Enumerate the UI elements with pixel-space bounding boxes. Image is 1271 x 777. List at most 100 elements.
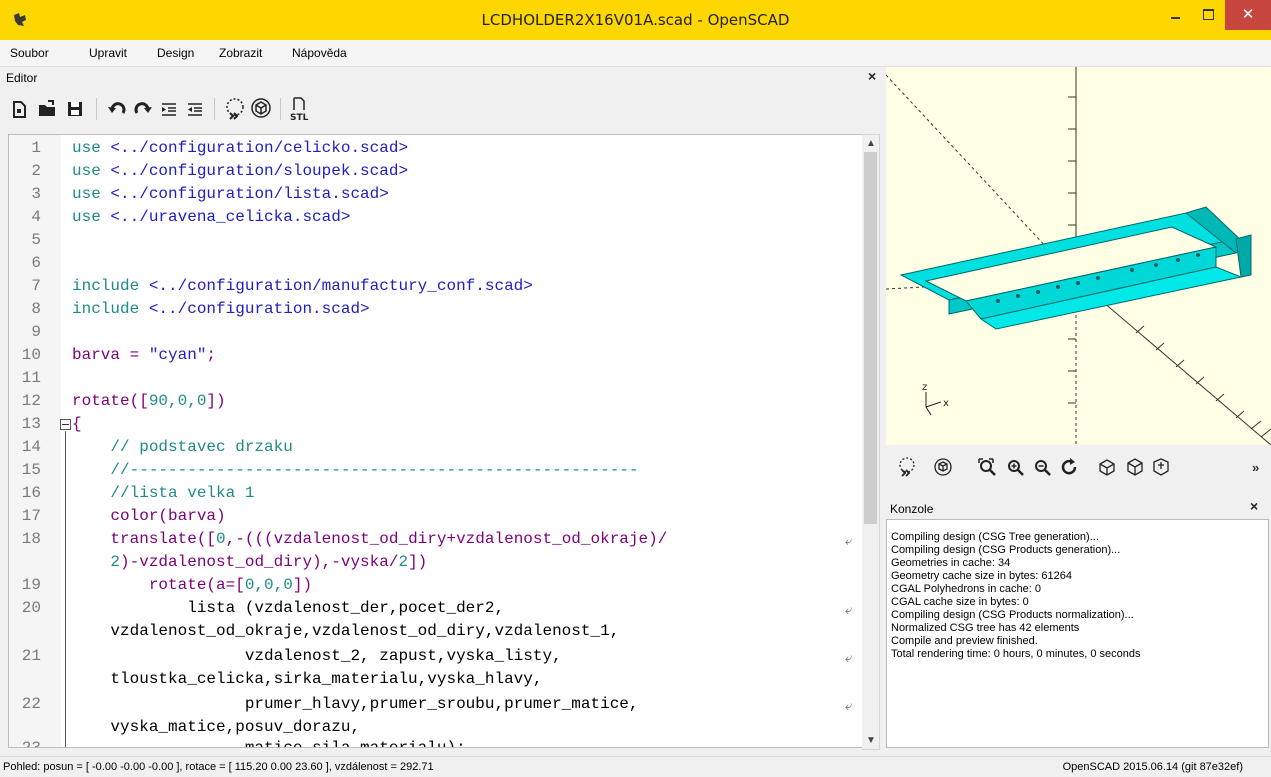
show-axes-icon[interactable] [1150,456,1172,478]
line-number: 21 [21,647,41,665]
axis-label-z: z [922,382,927,393]
code-line-wrapped: vyska_matice,posuv_dorazu, [72,718,361,736]
code-line: color(barva) [72,507,226,525]
preview-icon[interactable] [222,96,248,122]
scroll-up-icon[interactable]: ▲ [866,138,876,149]
menu-zobrazit[interactable]: Zobrazit [219,46,262,60]
scroll-down-icon[interactable]: ▼ [866,735,876,746]
save-icon[interactable] [62,96,88,122]
unindent-icon[interactable] [182,96,208,122]
code-line: use <../configuration/sloupek.scad> [72,162,409,180]
code-line: prumer_hlavy,prumer_sroubu,prumer_matice… [72,695,639,713]
render-icon[interactable] [248,96,274,122]
view-all-icon[interactable] [976,456,998,478]
3d-viewport[interactable]: z x [886,67,1271,445]
orthogonal-icon[interactable] [1124,456,1146,478]
menu-napoveda[interactable]: Nápověda [292,46,347,60]
line-number: 20 [21,599,41,617]
title-bar: LCDHOLDER2X16V01A.scad - OpenSCAD ✕ [0,0,1271,40]
indent-icon[interactable] [156,96,182,122]
toolbar-overflow-button[interactable]: » [1252,460,1259,475]
render-icon[interactable] [932,456,954,478]
fold-marker-icon[interactable] [60,419,71,430]
console-line: Compiling design (CSG Products normaliza… [891,609,1134,621]
console-close-button[interactable]: × [1250,498,1258,514]
close-icon: ✕ [1241,5,1255,23]
console-line: Normalized CSG tree has 42 elements [891,622,1080,634]
line-number: 14 [21,438,41,456]
console-output[interactable]: Compiling design (CSG Tree generation)..… [886,519,1269,748]
line-number: 13 [21,415,41,433]
word-wrap-icon: ⤶ [845,650,853,665]
code-line-wrapped: vzdalenost_od_okraje,vzdalenost_od_diry,… [72,622,620,640]
word-wrap-icon: ⤶ [845,602,853,617]
code-line: barva = "cyan"; [72,346,217,364]
menu-upravit[interactable]: Upravit [89,46,127,60]
console-panel-header: Konzole × [886,498,1271,518]
toolbar-divider [280,98,281,120]
editor-close-button[interactable]: × [868,68,876,84]
zoom-out-icon[interactable] [1031,456,1053,478]
console-line: Geometry cache size in bytes: 61264 [891,570,1072,582]
code-line: use <../uravena_celicka.scad> [72,208,351,226]
code-line: // podstavec drzaku [72,438,293,456]
editor-title: Editor [6,71,38,85]
console-line: CGAL Polyhedrons in cache: 0 [891,583,1042,595]
editor-vertical-scrollbar[interactable]: ▲ ▼ [862,134,880,750]
reset-view-icon[interactable] [1058,456,1080,478]
view-status-text: Pohled: posun = [ -0.00 -0.00 -0.00 ], r… [3,761,434,773]
code-line: rotate([90,0,0]) [72,392,226,410]
axes-gizmo: z x [922,382,949,416]
close-window-button[interactable]: ✕ [1225,0,1271,30]
line-number: 1 [31,139,41,157]
editor-panel-header: Editor × [4,68,882,88]
line-number: 19 [21,576,41,594]
console-line: Total rendering time: 0 hours, 0 minutes… [891,648,1141,660]
line-number: 11 [21,369,41,387]
word-wrap-icon: ⤶ [845,533,853,548]
zoom-in-icon[interactable] [1004,456,1026,478]
code-line: lista (vzdalenost_der,pocet_der2, [72,599,505,617]
window-title: LCDHOLDER2X16V01A.scad - OpenSCAD [481,11,790,29]
code-line: //lista velka 1 [72,484,255,502]
toolbar-divider [214,98,215,120]
line-number: 2 [31,162,41,180]
maximize-button[interactable] [1192,0,1225,30]
menu-soubor[interactable]: Soubor [10,46,49,60]
line-number: 12 [21,392,41,410]
console-line: Compiling design (CSG Products generatio… [891,544,1121,556]
line-number: 22 [21,695,41,713]
code-line: { [72,415,82,433]
code-line: use <../configuration/celicko.scad> [72,139,409,157]
scrollbar-thumb[interactable] [864,152,877,524]
line-number: 8 [31,300,41,318]
line-number: 6 [31,254,41,272]
new-file-icon[interactable] [6,96,32,122]
code-line: translate([0,-(((vzdalenost_od_diry+vzda… [72,530,668,548]
viewport-canvas: z x [886,67,1271,445]
axis-ticks [1135,325,1271,438]
code-line-wrapped: 2)-vzdalenost_od_diry),-vyska/2]) [110,553,428,571]
line-number: 15 [21,461,41,479]
fold-guide [65,431,66,747]
line-number: 5 [31,231,41,249]
viewport-toolbar: » [886,446,1271,488]
redo-icon[interactable] [130,96,156,122]
word-wrap-icon: ⤶ [845,698,853,713]
line-number: 4 [31,208,41,226]
open-file-icon[interactable] [34,96,60,122]
code-editor[interactable]: 1 use <../configuration/celicko.scad> 2 … [8,134,864,748]
line-number: 17 [21,507,41,525]
toolbar-divider [96,98,97,120]
preview-icon[interactable] [896,456,918,478]
stl-label: STL [290,113,309,122]
code-line: include <../configuration/manufactury_co… [72,277,533,295]
export-stl-icon[interactable]: STL [286,96,312,123]
perspective-icon[interactable] [1096,456,1118,478]
code-line: rotate(a=[0,0,0]) [72,576,313,594]
minimize-button[interactable] [1158,0,1192,30]
menu-design[interactable]: Design [157,46,194,60]
line-number: 18 [21,530,41,548]
undo-icon[interactable] [104,96,130,122]
console-title: Konzole [890,502,934,516]
